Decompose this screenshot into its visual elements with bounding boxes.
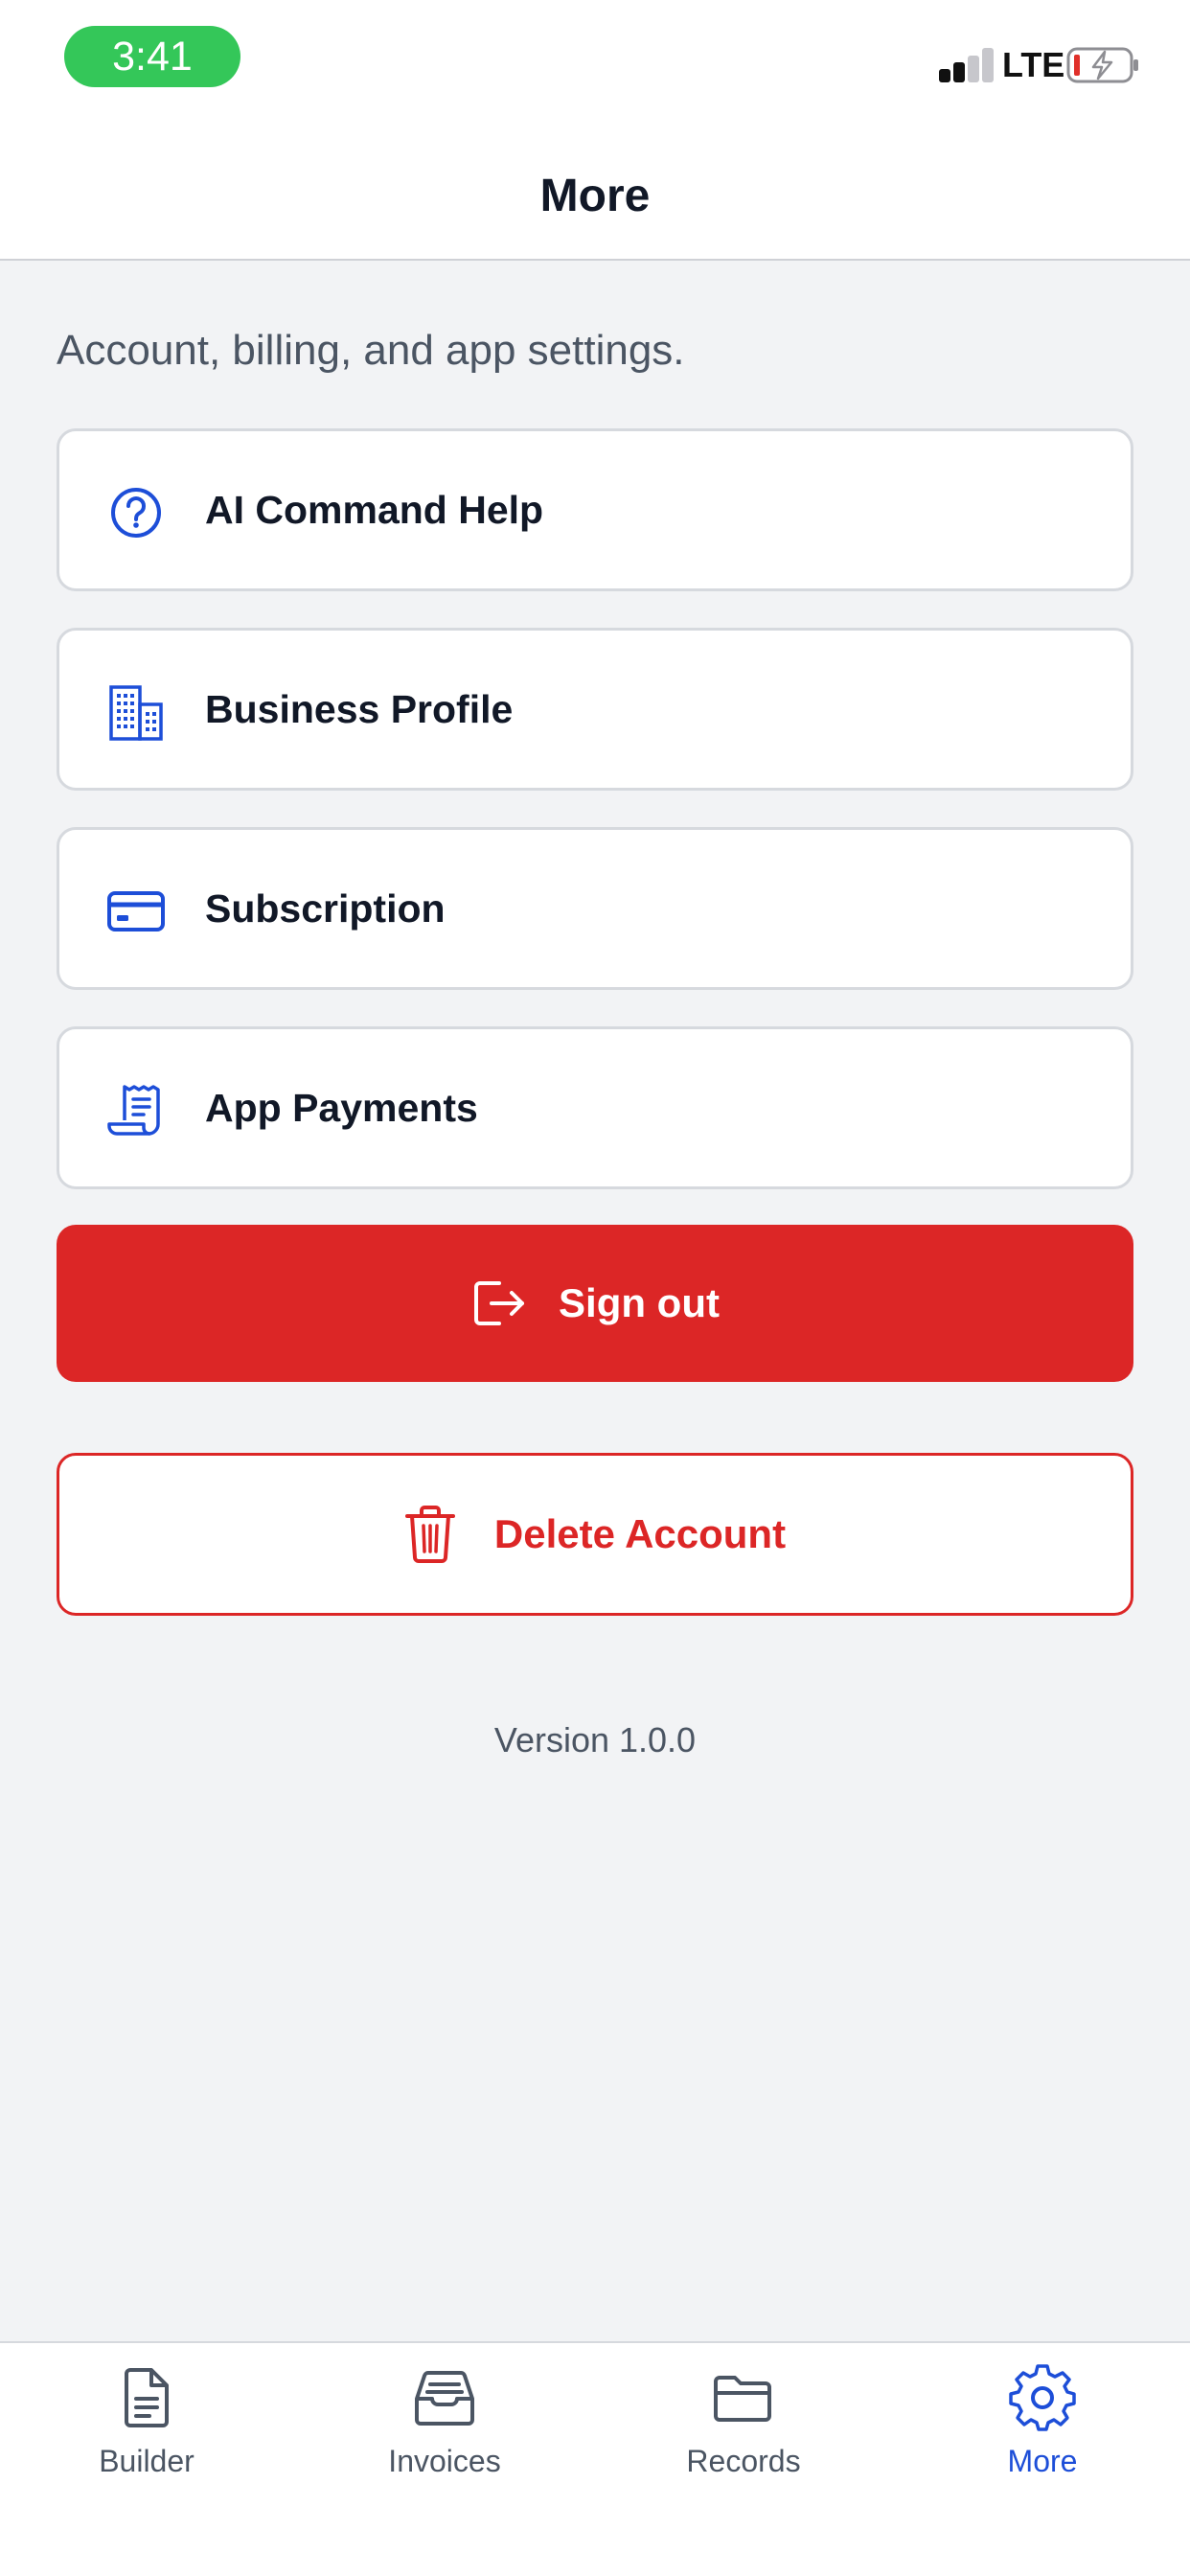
status-time: 3:41 bbox=[64, 26, 240, 87]
app-version: Version 1.0.0 bbox=[493, 1720, 697, 1760]
delete-account-label: Delete Account bbox=[493, 1511, 787, 1556]
tab-label: Records bbox=[686, 2444, 801, 2478]
signal-strength-icon bbox=[939, 48, 995, 82]
delete-account-button[interactable]: Delete Account bbox=[57, 1453, 1133, 1616]
sign-out-button[interactable]: Sign out bbox=[57, 1225, 1133, 1382]
sign-out-icon bbox=[474, 1281, 525, 1325]
more-screen: 3:41 LTE More Account, billing, and app … bbox=[0, 0, 1190, 2576]
menu-item-label: Business Profile bbox=[205, 687, 514, 731]
trash-icon bbox=[404, 1506, 455, 1563]
page-title: More bbox=[539, 171, 651, 221]
top-bar: 3:41 LTE More bbox=[0, 0, 1190, 261]
tab-records[interactable]: Records bbox=[638, 2343, 849, 2535]
menu-item-label: Subscription bbox=[205, 886, 446, 931]
building-icon bbox=[109, 685, 163, 741]
tab-label: Invoices bbox=[388, 2444, 501, 2478]
tab-bar: Builder Invoices Records More bbox=[0, 2341, 1190, 2576]
menu-item-app-payments[interactable]: App Payments bbox=[57, 1026, 1133, 1189]
network-type: LTE bbox=[1002, 45, 1065, 84]
inbox-tray-icon bbox=[415, 2371, 474, 2426]
question-circle-icon bbox=[111, 488, 161, 538]
folder-icon bbox=[714, 2376, 771, 2422]
tab-label: More bbox=[1007, 2444, 1078, 2478]
receipt-icon bbox=[107, 1085, 160, 1136]
credit-card-icon bbox=[107, 891, 165, 932]
tab-label: Builder bbox=[99, 2444, 195, 2478]
menu-item-label: AI Command Help bbox=[205, 488, 544, 532]
document-icon bbox=[125, 2368, 169, 2427]
tab-invoices[interactable]: Invoices bbox=[339, 2343, 550, 2535]
menu-item-label: App Payments bbox=[205, 1086, 478, 1130]
page-subtitle: Account, billing, and app settings. bbox=[57, 327, 685, 374]
sign-out-label: Sign out bbox=[559, 1280, 720, 1325]
tab-builder[interactable]: Builder bbox=[41, 2343, 252, 2535]
menu-item-ai-command-help[interactable]: AI Command Help bbox=[57, 428, 1133, 591]
menu-item-subscription[interactable]: Subscription bbox=[57, 827, 1133, 990]
menu-item-business-profile[interactable]: Business Profile bbox=[57, 628, 1133, 791]
gear-icon bbox=[1009, 2364, 1076, 2431]
tab-more[interactable]: More bbox=[937, 2343, 1148, 2535]
battery-charging-icon bbox=[1066, 47, 1138, 83]
